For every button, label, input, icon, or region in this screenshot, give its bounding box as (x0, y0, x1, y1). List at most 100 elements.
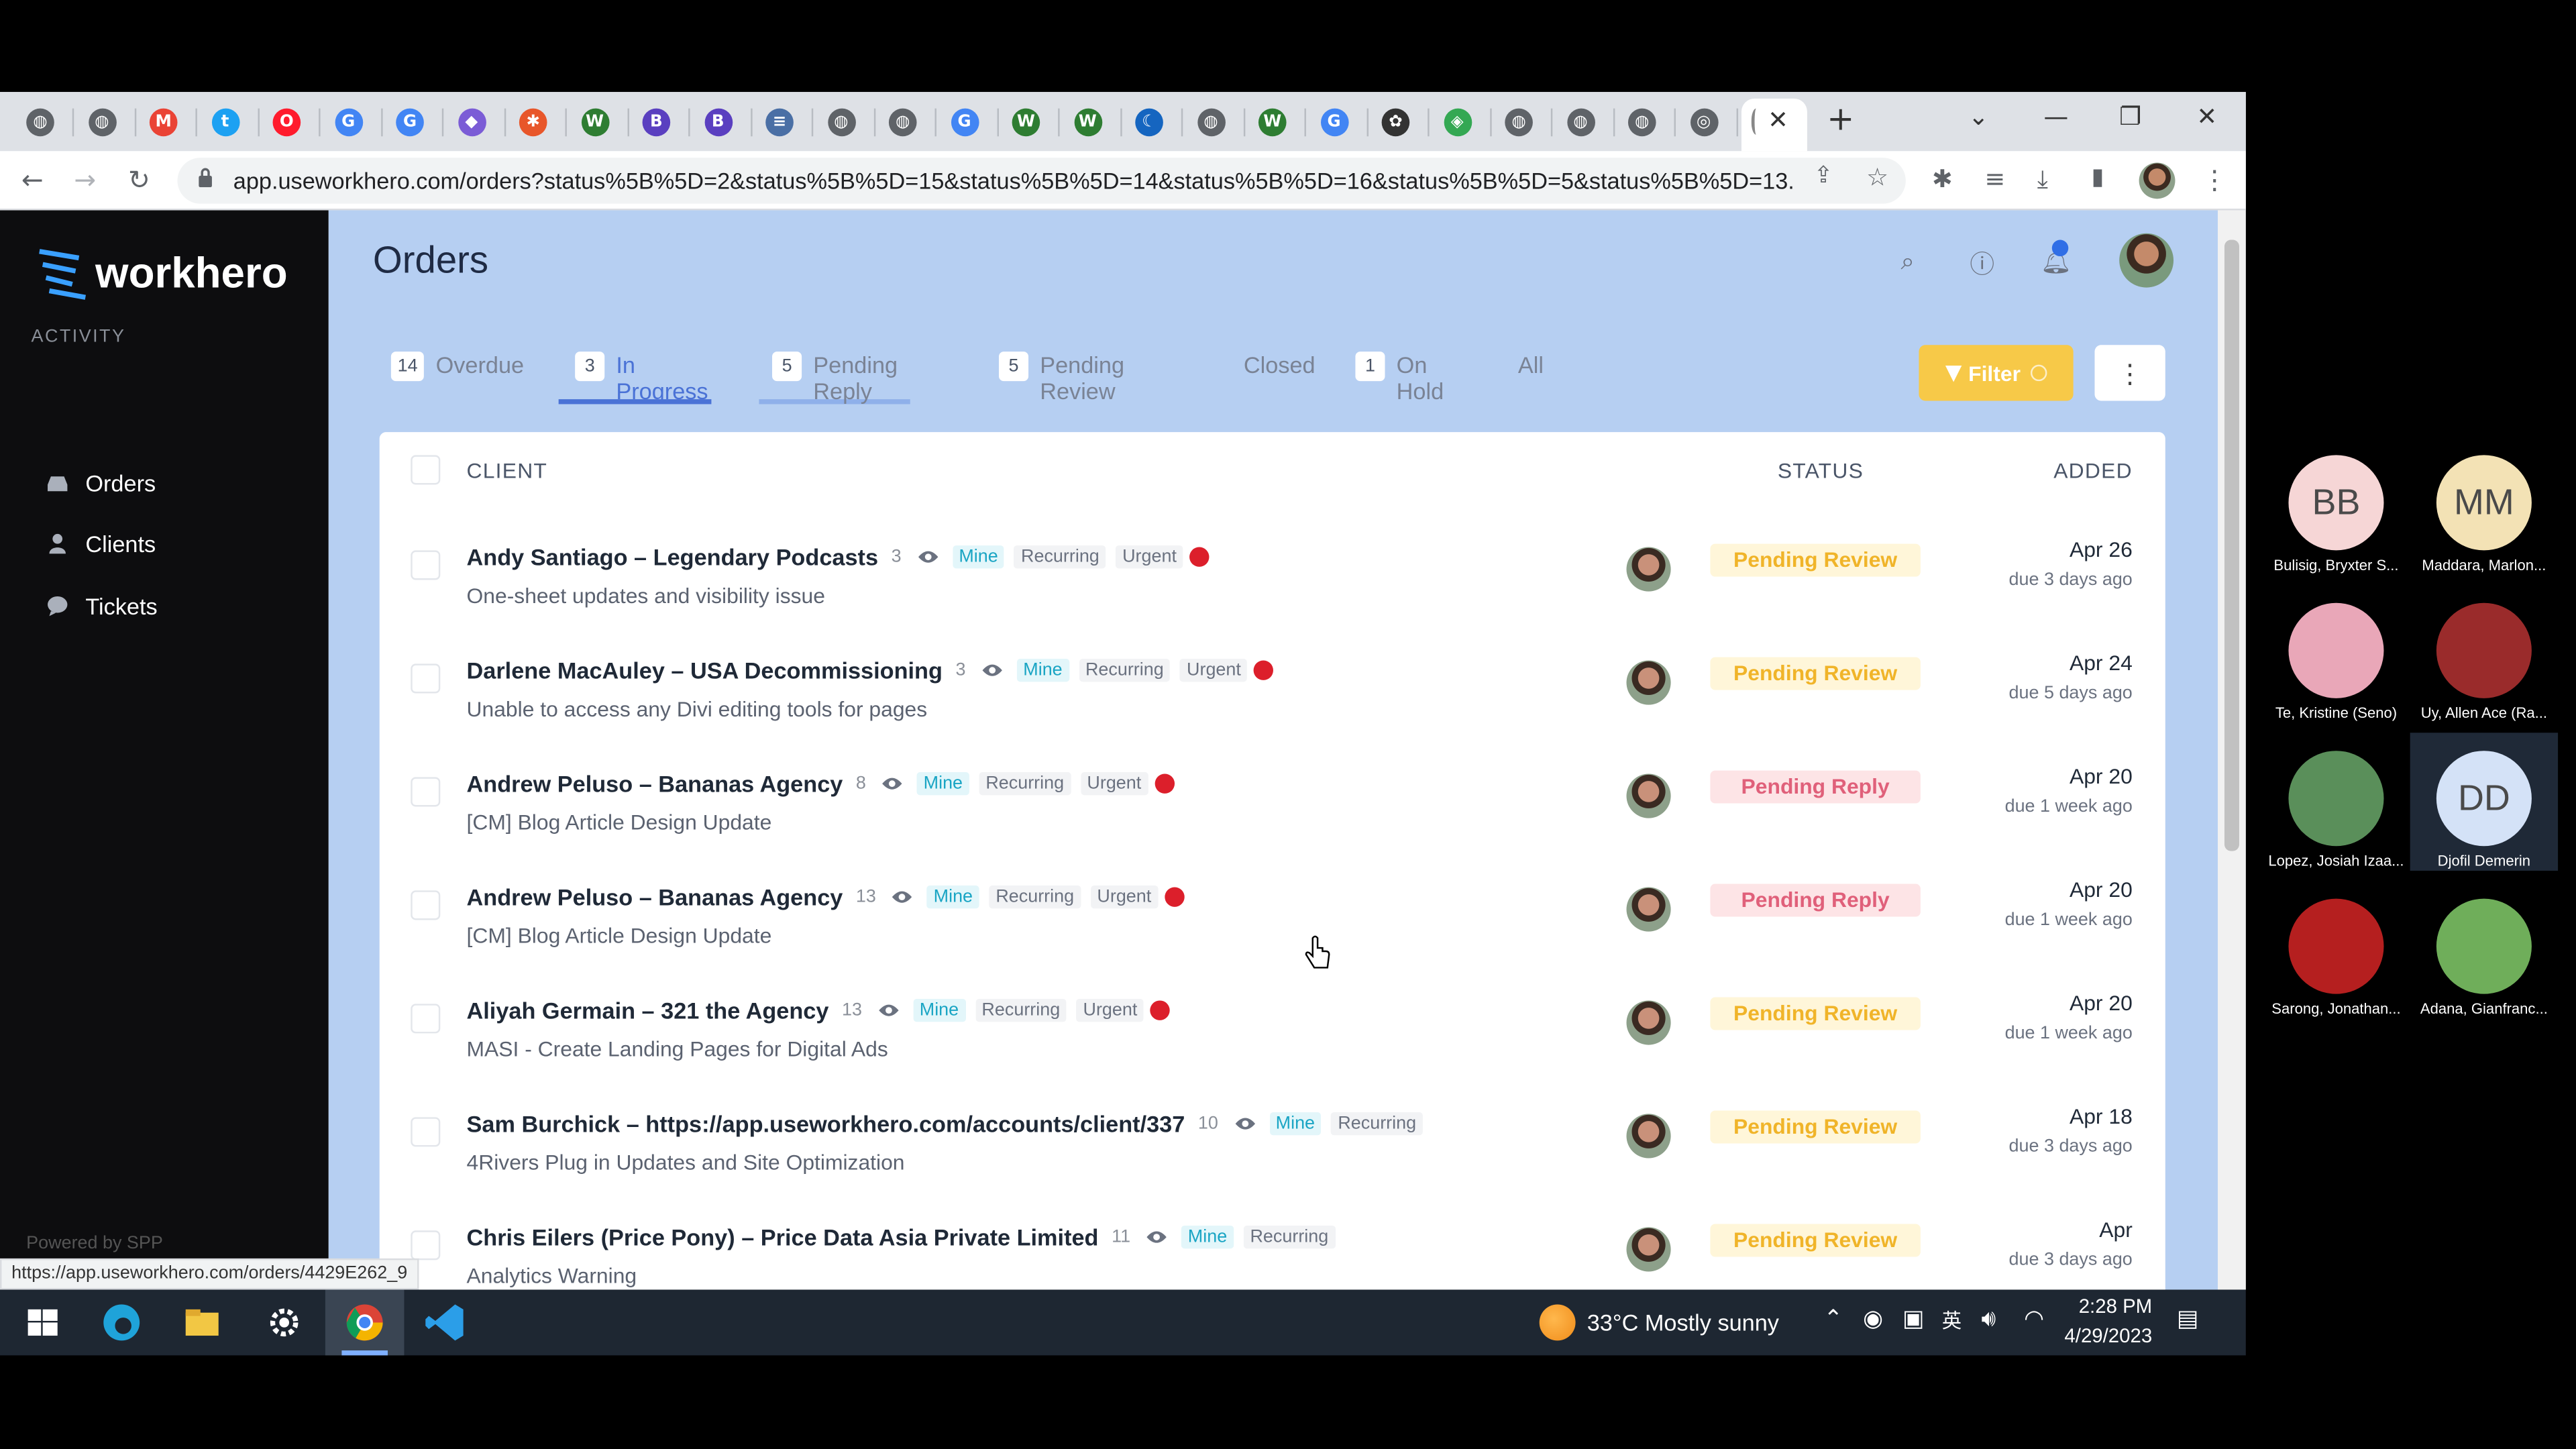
google-icon[interactable]: G (950, 108, 979, 137)
w-icon[interactable]: W (1258, 108, 1287, 137)
twitter-icon[interactable]: t (211, 108, 239, 137)
scrollbar-thumb[interactable] (2224, 239, 2239, 851)
tab-in-progress[interactable]: 3 In Progress (558, 345, 712, 405)
search-icon[interactable]: ⌕ (1900, 246, 1915, 276)
volume-icon[interactable]: 🔊︎ (1981, 1306, 1996, 1332)
app-icon[interactable]: ◆ (458, 108, 486, 137)
table-row[interactable]: Sam Burchick – https://app.useworkhero.c… (380, 1104, 2165, 1224)
w-icon[interactable]: W (1012, 108, 1040, 137)
opera-icon[interactable]: O (272, 108, 301, 137)
brand-logo[interactable]: workhero (36, 240, 288, 306)
tab-pending-reply[interactable]: 5 Pending Reply (759, 345, 911, 405)
assignee-avatar[interactable] (1626, 1227, 1671, 1272)
tab-on-hold[interactable]: 1 On Hold (1355, 345, 1444, 404)
minimize-icon[interactable]: — (2044, 102, 2069, 131)
select-all-checkbox[interactable] (411, 455, 441, 485)
order-subtitle[interactable]: Unable to access any Divi editing tools … (467, 696, 928, 721)
google-icon[interactable]: G (1320, 108, 1348, 137)
extensions-icon[interactable]: ✱ (1932, 164, 1953, 194)
chrome-icon[interactable] (341, 1299, 388, 1346)
weather-sun-icon[interactable] (1539, 1304, 1576, 1341)
eye-icon[interactable] (877, 1002, 900, 1018)
globe-icon[interactable]: ◍ (1566, 108, 1595, 137)
reload-icon[interactable]: ↻ (128, 164, 150, 196)
address-bar[interactable]: app.useworkhero.com/orders?status%5B%5D=… (177, 158, 1906, 204)
wifi-icon[interactable]: ◠ (2024, 1306, 2044, 1332)
clock-time[interactable]: 2:28 PM (2063, 1295, 2152, 1318)
filter-button[interactable]: ▼ Filter (1919, 345, 2074, 401)
order-subtitle[interactable]: [CM] Blog Article Design Update (467, 923, 772, 948)
meeting-participant[interactable]: MM Maddara, Marlon... (2410, 455, 2558, 600)
meeting-participant[interactable]: Adana, Gianfranc... (2410, 898, 2558, 1044)
media-icon[interactable]: ≡ (1984, 164, 2005, 194)
profile-avatar[interactable] (2139, 162, 2176, 199)
active-tab[interactable]: ✕ (1741, 98, 1807, 152)
table-row[interactable]: Andy Santiago – Legendary Podcasts 3 Mine R… (380, 537, 2165, 657)
globe-icon[interactable]: ◍ (26, 108, 54, 137)
order-title[interactable]: Darlene MacAuley – USA Decommissioning 3 M… (467, 657, 1274, 684)
client-name[interactable]: Sam Burchick – https://app.useworkhero.c… (467, 1111, 1185, 1137)
globe-icon[interactable]: ◍ (1505, 108, 1533, 137)
google-icon[interactable]: G (396, 108, 424, 137)
tray-chevron-icon[interactable]: ⌃ (1823, 1306, 1843, 1332)
powered-by[interactable]: Powered by SPP (26, 1234, 163, 1253)
table-row[interactable]: Darlene MacAuley – USA Decommissioning 3 M… (380, 651, 2165, 771)
row-checkbox[interactable] (411, 777, 441, 807)
globe-icon[interactable]: ◍ (1197, 108, 1225, 137)
page-scrollbar[interactable] (2218, 210, 2246, 1290)
eye-icon[interactable] (981, 662, 1004, 678)
new-tab-button[interactable]: + (1827, 99, 1854, 138)
assignee-avatar[interactable] (1626, 660, 1671, 705)
moon-icon[interactable]: ☾ (1135, 108, 1163, 137)
table-row[interactable]: Aliyah Germain – 321 the Agency 13 Mine Rec… (380, 991, 2165, 1111)
help-icon[interactable]: ⓘ (1970, 246, 1994, 280)
weather-text[interactable]: 33°C Mostly sunny (1587, 1309, 1779, 1336)
row-checkbox[interactable] (411, 663, 441, 694)
client-name[interactable]: Chris Eilers (Price Pony) – Price Data A… (467, 1224, 1099, 1250)
client-name[interactable]: Aliyah Germain – 321 the Agency (467, 998, 829, 1024)
order-title[interactable]: Andrew Peluso – Bananas Agency 13 Mine Recu… (467, 884, 1185, 910)
client-name[interactable]: Andy Santiago – Legendary Podcasts (467, 544, 879, 570)
notification-center-icon[interactable]: ▤ (2177, 1306, 2198, 1332)
assignee-avatar[interactable] (1626, 1114, 1671, 1159)
meeting-participant[interactable]: Lopez, Josiah Izaa... (2262, 751, 2410, 896)
order-title[interactable]: Andy Santiago – Legendary Podcasts 3 Mine R… (467, 544, 1210, 570)
chrome-icon[interactable]: ◎ (1689, 108, 1718, 137)
row-checkbox[interactable] (411, 1004, 441, 1034)
order-title[interactable]: Aliyah Germain – 321 the Agency 13 Mine Rec… (467, 998, 1171, 1024)
eye-icon[interactable] (891, 889, 914, 905)
meeting-participant[interactable]: DD Djofil Demerin (2410, 751, 2558, 896)
table-row[interactable]: Andrew Peluso – Bananas Agency 13 Mine Recu… (380, 877, 2165, 998)
windows-start-icon[interactable] (19, 1299, 66, 1346)
globe-icon[interactable]: ◍ (888, 108, 917, 137)
globe-icon[interactable]: ◍ (1627, 108, 1656, 137)
row-checkbox[interactable] (411, 890, 441, 920)
meeting-participant[interactable]: BB Bulisig, Bryxter S... (2262, 455, 2410, 600)
order-subtitle[interactable]: [CM] Blog Article Design Update (467, 810, 772, 835)
w-icon[interactable]: W (1073, 108, 1102, 137)
order-subtitle[interactable]: One-sheet updates and visibility issue (467, 583, 825, 608)
share-icon[interactable]: ⇪ (1814, 162, 1833, 189)
globe-icon[interactable]: ◍ (827, 108, 855, 137)
meeting-participant[interactable]: Sarong, Jonathan... (2262, 898, 2410, 1044)
google-icon[interactable]: G (334, 108, 363, 137)
row-checkbox[interactable] (411, 550, 441, 580)
assignee-avatar[interactable] (1626, 773, 1671, 818)
bookmark-star-icon[interactable]: ☆ (1866, 162, 1888, 192)
meeting-participant[interactable]: Uy, Allen Ace (Ra... (2410, 602, 2558, 748)
client-name[interactable]: Andrew Peluso – Bananas Agency (467, 884, 843, 910)
maximize-icon[interactable]: ❐ (2119, 102, 2141, 131)
vscode-icon[interactable] (422, 1299, 468, 1346)
diamond-icon[interactable]: ◈ (1443, 108, 1472, 137)
meet-now-icon[interactable]: ▣ (1902, 1306, 1924, 1332)
user-avatar[interactable] (2119, 233, 2174, 288)
order-title[interactable]: Sam Burchick – https://app.useworkhero.c… (467, 1111, 1423, 1137)
column-header-added[interactable]: ADDED (2053, 458, 2133, 483)
eye-icon[interactable] (1233, 1116, 1256, 1132)
assignee-avatar[interactable] (1626, 547, 1671, 592)
sidebar-item-tickets[interactable]: Tickets (46, 588, 158, 625)
tab-overdue[interactable]: 14 Overdue (390, 345, 524, 404)
close-tab-icon[interactable]: ✕ (1768, 105, 1788, 135)
row-checkbox[interactable] (411, 1230, 441, 1260)
order-subtitle[interactable]: MASI - Create Landing Pages for Digital … (467, 1036, 888, 1061)
